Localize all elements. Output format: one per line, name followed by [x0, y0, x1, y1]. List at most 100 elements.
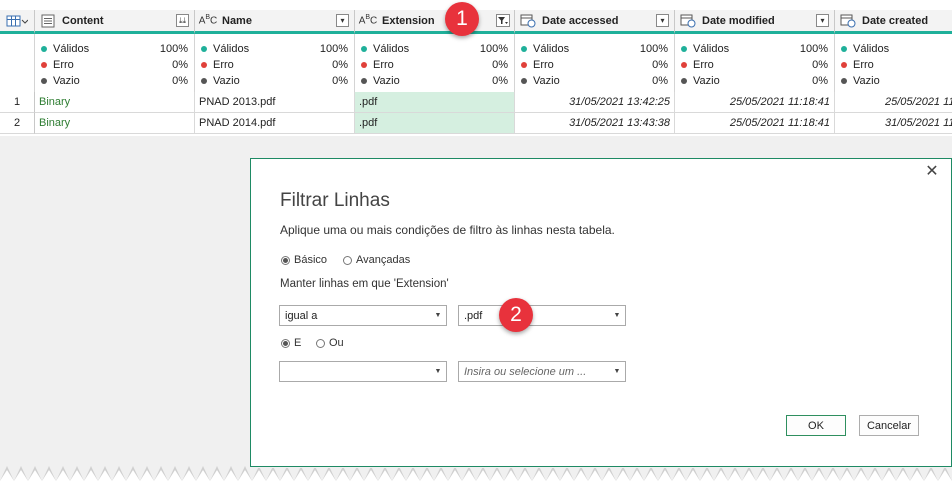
error-label: Erro	[693, 59, 714, 71]
valid-pct: 100%	[319, 43, 348, 55]
column-header-name[interactable]: ABC Name ▾	[195, 10, 355, 34]
chevron-down-icon: ▼	[434, 312, 442, 319]
expand-column-icon[interactable]: ⤓⤓	[176, 14, 189, 27]
abc-icon: ABC	[358, 14, 378, 27]
table-cell-name[interactable]: PNAD 2014.pdf	[195, 113, 355, 134]
error-dot-icon	[361, 62, 367, 68]
valid-label: Válidos	[53, 43, 90, 55]
filter-dropdown-icon[interactable]: ▾	[336, 14, 349, 27]
table-cell-date-accessed[interactable]: 31/05/2021 13:42:25	[515, 92, 675, 113]
torn-edge	[0, 458, 952, 481]
valid-dot-icon	[521, 46, 527, 52]
radio-basic-label: Básico	[294, 254, 328, 266]
column-header-date-modified[interactable]: Date modified ▾	[675, 10, 835, 34]
row-number[interactable]: 1	[0, 92, 35, 113]
error-pct: 0%	[492, 59, 508, 71]
valid-pct: 100%	[479, 43, 508, 55]
filter-rows-dialog: ✕ Filtrar Linhas Aplique uma ou mais con…	[250, 158, 952, 467]
empty-pct: 0%	[492, 75, 508, 87]
valid-label: Válidos	[533, 43, 570, 55]
callout-badge-1: 1	[445, 2, 479, 36]
calendar-clock-icon	[678, 13, 698, 29]
radio-or-label: Ou	[329, 337, 344, 349]
column-header-date-created[interactable]: Date created	[835, 10, 952, 34]
callout-badge-2: 2	[499, 298, 533, 332]
table-cell-content[interactable]: Binary	[35, 92, 195, 113]
radio-selected-icon	[281, 255, 290, 265]
radio-basic[interactable]: Básico	[281, 254, 327, 266]
value-select-2-placeholder: Insira ou selecione um ...	[464, 365, 587, 378]
chevron-down-icon: ▼	[613, 312, 621, 319]
table-cell-extension[interactable]: .pdf	[355, 113, 515, 134]
error-pct: 0%	[812, 59, 828, 71]
row-number[interactable]: 2	[0, 113, 35, 134]
dialog-title: Filtrar Linhas	[280, 190, 390, 211]
value-select-1-value: .pdf	[464, 309, 483, 322]
column-quality-profile: Válidos 100% Erro 0% Vazio 0%	[675, 34, 835, 92]
dialog-subtitle: Aplique uma ou mais condições de filtro …	[280, 223, 615, 237]
cancel-button[interactable]: Cancelar	[859, 415, 919, 436]
empty-pct: 0%	[332, 75, 348, 87]
column-name: Date created	[862, 14, 929, 27]
column-header-extension[interactable]: ABC Extension	[355, 10, 515, 34]
error-dot-icon	[681, 62, 687, 68]
table-menu-button[interactable]	[0, 10, 35, 34]
filter-dropdown-icon[interactable]: ▾	[656, 14, 669, 27]
radio-and-label: E	[294, 337, 302, 349]
column-name: Date accessed	[542, 14, 619, 27]
valid-pct: 100%	[159, 43, 188, 55]
operator-select-2[interactable]: ▼	[279, 361, 447, 382]
empty-pct: 0%	[812, 75, 828, 87]
column-name: Name	[222, 14, 252, 27]
chevron-down-icon: ▼	[613, 368, 621, 375]
table-cell-content[interactable]: Binary	[35, 113, 195, 134]
table-icon	[6, 15, 28, 26]
error-label: Erro	[853, 59, 874, 71]
table-cell-name[interactable]: PNAD 2013.pdf	[195, 92, 355, 113]
radio-selected-icon	[281, 338, 290, 348]
error-pct: 0%	[332, 59, 348, 71]
column-header-content[interactable]: Content ⤓⤓	[35, 10, 195, 34]
radio-advanced[interactable]: Avançadas	[343, 254, 410, 266]
table-cell-date-modified[interactable]: 25/05/2021 11:18:41	[675, 92, 835, 113]
filter-dropdown-icon[interactable]: ▾	[816, 14, 829, 27]
table-cell-date-modified[interactable]: 25/05/2021 11:18:41	[675, 113, 835, 134]
column-quality-profile: Válidos 100% Erro 0% Vazio 0%	[195, 34, 355, 92]
valid-dot-icon	[41, 46, 47, 52]
empty-label: Vazio	[53, 75, 80, 87]
close-icon[interactable]: ✕	[925, 164, 939, 180]
error-label: Erro	[213, 59, 234, 71]
radio-unselected-icon	[316, 338, 325, 348]
column-quality-profile: Válidos 100% Erro 0% Vazio 0%	[355, 34, 515, 92]
empty-pct: 0%	[652, 75, 668, 87]
empty-label: Vazio	[853, 75, 880, 87]
table-cell-date-created[interactable]: 25/05/2021 11:	[835, 92, 952, 113]
error-dot-icon	[41, 62, 47, 68]
valid-label: Válidos	[853, 43, 890, 55]
column-header-date-accessed[interactable]: Date accessed ▾	[515, 10, 675, 34]
keep-rows-label: Manter linhas em que 'Extension'	[280, 278, 449, 290]
value-select-2[interactable]: Insira ou selecione um ... ▼	[458, 361, 626, 382]
valid-label: Válidos	[693, 43, 730, 55]
column-quality-profile: Válidos 100% Erro 0% Vazio 0%	[35, 34, 195, 92]
radio-or[interactable]: Ou	[316, 337, 344, 349]
error-pct: 0%	[172, 59, 188, 71]
valid-dot-icon	[841, 46, 847, 52]
ok-button[interactable]: OK	[786, 415, 846, 436]
error-pct: 0%	[652, 59, 668, 71]
table-cell-date-accessed[interactable]: 31/05/2021 13:43:38	[515, 113, 675, 134]
radio-advanced-label: Avançadas	[356, 254, 411, 266]
calendar-clock-icon	[518, 13, 538, 29]
empty-dot-icon	[841, 78, 847, 84]
chevron-down-icon: ▼	[434, 368, 442, 375]
error-dot-icon	[841, 62, 847, 68]
radio-unselected-icon	[343, 255, 352, 265]
valid-label: Válidos	[373, 43, 410, 55]
value-select-1[interactable]: .pdf ▼	[458, 305, 626, 326]
radio-and[interactable]: E	[281, 337, 301, 349]
empty-pct: 0%	[172, 75, 188, 87]
table-cell-extension[interactable]: .pdf	[355, 92, 515, 113]
filter-active-icon[interactable]	[496, 14, 510, 27]
table-cell-date-created[interactable]: 31/05/2021 11:	[835, 113, 952, 134]
operator-select-1[interactable]: igual a ▼	[279, 305, 447, 326]
